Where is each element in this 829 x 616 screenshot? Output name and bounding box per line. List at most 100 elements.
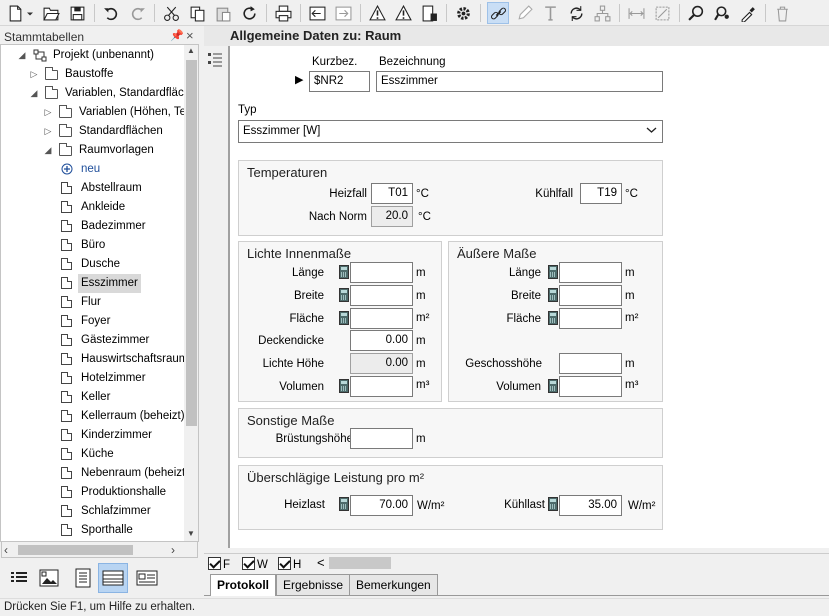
print-icon[interactable] bbox=[272, 2, 294, 24]
warning-list-icon[interactable] bbox=[392, 2, 414, 24]
expand-icon[interactable]: ▷ bbox=[29, 65, 39, 84]
tree-node[interactable]: Hotelzimmer bbox=[1, 369, 186, 388]
tree-node[interactable]: Abstellraum bbox=[1, 179, 186, 198]
search-person-icon[interactable] bbox=[711, 2, 733, 24]
card-view-icon[interactable] bbox=[132, 563, 162, 593]
aeussere-breite-field[interactable] bbox=[559, 285, 622, 306]
lichte-flaeche-field[interactable] bbox=[350, 308, 413, 329]
tree-node[interactable]: neu bbox=[1, 160, 186, 179]
kurzbez-field[interactable]: $NR2 bbox=[309, 71, 370, 92]
lichte-volumen-field[interactable] bbox=[350, 376, 413, 397]
image-view-icon[interactable] bbox=[34, 563, 64, 593]
tree-structure-icon[interactable] bbox=[591, 2, 613, 24]
calculator-icon[interactable] bbox=[548, 265, 558, 279]
tree-node[interactable]: Esszimmer bbox=[1, 274, 186, 293]
list-view-icon[interactable] bbox=[4, 563, 34, 593]
tree-vertical-scroll-thumb[interactable] bbox=[186, 60, 197, 426]
tree-node[interactable]: ◢ Projekt (unbenannt) bbox=[1, 46, 186, 65]
calculator-check-icon[interactable] bbox=[418, 2, 440, 24]
filter-h-checkbox[interactable] bbox=[278, 557, 291, 570]
calculator-icon[interactable] bbox=[339, 288, 349, 302]
search-icon[interactable] bbox=[685, 2, 707, 24]
geschosshoehe-field[interactable] bbox=[559, 353, 622, 374]
dropdown-arrow-icon[interactable] bbox=[24, 2, 36, 24]
tree-node[interactable]: Ankleide bbox=[1, 198, 186, 217]
copy-icon[interactable] bbox=[186, 2, 208, 24]
scroll-up-icon[interactable]: ▲ bbox=[187, 46, 195, 55]
collapse-icon[interactable]: ◢ bbox=[17, 46, 27, 65]
new-file-icon[interactable] bbox=[4, 2, 26, 24]
tree-node[interactable]: Kellerraum (beheizt) bbox=[1, 407, 186, 426]
calculator-icon[interactable] bbox=[339, 379, 349, 393]
save-icon[interactable] bbox=[66, 2, 88, 24]
tab-ergebnisse[interactable]: Ergebnisse bbox=[276, 574, 351, 595]
tree-node[interactable]: Sporthalle bbox=[1, 521, 186, 540]
tree-node[interactable]: Flur bbox=[1, 293, 186, 312]
tree-node[interactable]: Nebenraum (beheizt) bbox=[1, 464, 189, 483]
pencil-icon[interactable] bbox=[513, 2, 535, 24]
calculator-icon[interactable] bbox=[548, 379, 558, 393]
measure-horizontal-icon[interactable] bbox=[625, 2, 647, 24]
tree-node[interactable]: Badezimmer bbox=[1, 217, 186, 236]
kuehlfall-field[interactable]: T19 bbox=[580, 183, 622, 204]
lichte-laenge-field[interactable] bbox=[350, 262, 413, 283]
calculator-icon[interactable] bbox=[548, 288, 558, 302]
bruestungshoehe-field[interactable] bbox=[350, 428, 413, 449]
calculator-icon[interactable] bbox=[339, 497, 349, 511]
scroll-down-icon[interactable]: ▼ bbox=[187, 529, 195, 538]
tree-node[interactable]: Foyer bbox=[1, 312, 186, 331]
tree-node[interactable]: Hauswirtschaftsraum bbox=[1, 350, 188, 369]
tree-node[interactable]: Keller bbox=[1, 388, 186, 407]
tree-node[interactable]: Produktionshalle bbox=[1, 483, 186, 502]
paste-icon[interactable] bbox=[212, 2, 234, 24]
typ-select[interactable]: Esszimmer [W] bbox=[238, 120, 663, 143]
bezeichnung-field[interactable]: Esszimmer bbox=[376, 71, 663, 92]
tree-node[interactable]: Büro bbox=[1, 236, 186, 255]
table-view-icon[interactable] bbox=[98, 563, 128, 593]
aeussere-laenge-field[interactable] bbox=[559, 262, 622, 283]
record-list-icon[interactable] bbox=[207, 52, 223, 71]
calculator-icon[interactable] bbox=[339, 265, 349, 279]
tree-node[interactable]: Schlafzimmer bbox=[1, 502, 186, 521]
eyedropper-icon[interactable] bbox=[737, 2, 759, 24]
expand-icon[interactable]: ▷ bbox=[43, 122, 53, 141]
tree-horizontal-scroll-thumb[interactable] bbox=[18, 545, 133, 555]
tree-node[interactable]: Dusche bbox=[1, 255, 186, 274]
tab-bemerkungen[interactable]: Bemerkungen bbox=[349, 574, 438, 595]
tree-node[interactable]: Gästezimmer bbox=[1, 331, 186, 350]
close-icon[interactable]: × bbox=[186, 28, 194, 43]
warning-icon[interactable] bbox=[366, 2, 388, 24]
pin-icon[interactable]: 📌 bbox=[170, 29, 184, 42]
filter-w-checkbox[interactable] bbox=[242, 557, 255, 570]
undo-icon[interactable] bbox=[100, 2, 122, 24]
protocol-scroll-thumb[interactable] bbox=[329, 557, 391, 569]
cut-icon[interactable] bbox=[160, 2, 182, 24]
redo-icon[interactable] bbox=[126, 2, 148, 24]
lichte-breite-field[interactable] bbox=[350, 285, 413, 306]
tree-node[interactable]: ◢ Raumvorlagen bbox=[1, 141, 186, 160]
tab-protokoll[interactable]: Protokoll bbox=[210, 574, 277, 596]
tree-node[interactable]: ▷ Baustoffe bbox=[1, 65, 186, 84]
collapse-icon[interactable]: ◢ bbox=[29, 84, 39, 103]
export-icon[interactable] bbox=[332, 2, 354, 24]
settings-icon[interactable] bbox=[452, 2, 474, 24]
tree-node[interactable]: ▷ Standardflächen bbox=[1, 122, 186, 141]
sync-icon[interactable] bbox=[565, 2, 587, 24]
import-icon[interactable] bbox=[306, 2, 328, 24]
filter-f-checkbox[interactable] bbox=[208, 557, 221, 570]
link-icon[interactable] bbox=[487, 2, 509, 24]
scroll-right-icon[interactable]: › bbox=[171, 543, 175, 557]
document-view-icon[interactable] bbox=[68, 563, 98, 593]
deckendicke-field[interactable]: 0.00 bbox=[350, 330, 413, 351]
collapse-icon[interactable]: ◢ bbox=[43, 141, 53, 160]
calculator-icon[interactable] bbox=[548, 311, 558, 325]
text-icon[interactable] bbox=[539, 2, 561, 24]
aeussere-flaeche-field[interactable] bbox=[559, 308, 622, 329]
aeussere-volumen-field[interactable] bbox=[559, 376, 622, 397]
scroll-left-icon[interactable]: < bbox=[317, 556, 325, 570]
heizfall-field[interactable]: T01 bbox=[371, 183, 413, 204]
tree-node[interactable]: ▷ Variablen (Höhen, Temp bbox=[1, 103, 198, 122]
kuehllast-field[interactable]: 35.00 bbox=[559, 495, 622, 516]
tree-node[interactable]: Kinderzimmer bbox=[1, 426, 186, 445]
expand-icon[interactable]: ▷ bbox=[43, 103, 53, 122]
